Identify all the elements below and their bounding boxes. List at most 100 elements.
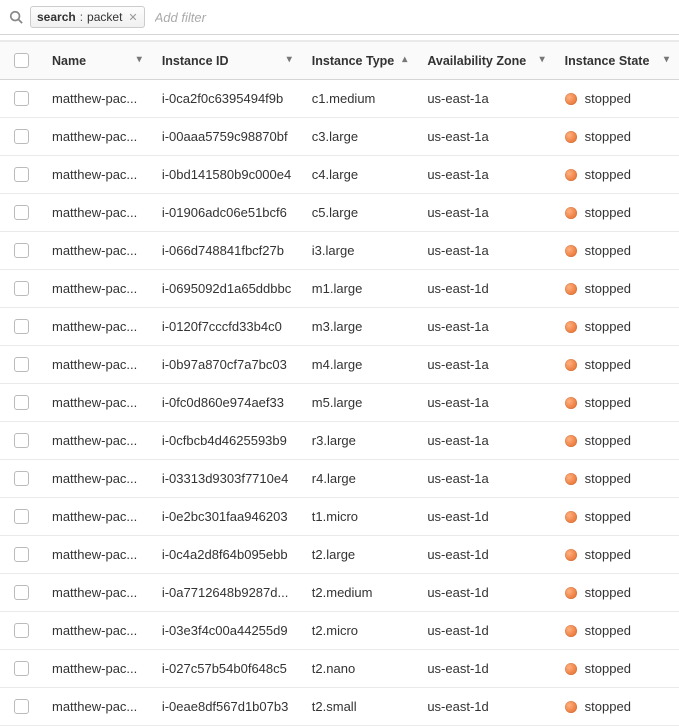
- cell-instance-state: stopped: [555, 688, 679, 726]
- cell-instance-id: i-00aaa5759c98870bf: [152, 118, 302, 156]
- row-select-cell[interactable]: [0, 270, 42, 308]
- table-row[interactable]: matthew-pac...i-0a7712648b9287d...t2.med…: [0, 574, 679, 612]
- row-select-checkbox[interactable]: [14, 395, 29, 410]
- state-text: stopped: [585, 547, 631, 562]
- cell-instance-state: stopped: [555, 80, 679, 118]
- col-instance-id[interactable]: Instance ID ▾: [152, 42, 302, 80]
- table-row[interactable]: matthew-pac...i-0120f7cccfd33b4c0m3.larg…: [0, 308, 679, 346]
- row-select-cell[interactable]: [0, 650, 42, 688]
- state-text: stopped: [585, 357, 631, 372]
- row-select-cell[interactable]: [0, 156, 42, 194]
- row-select-cell[interactable]: [0, 232, 42, 270]
- row-select-checkbox[interactable]: [14, 585, 29, 600]
- row-select-cell[interactable]: [0, 574, 42, 612]
- state-text: stopped: [585, 509, 631, 524]
- row-select-checkbox[interactable]: [14, 699, 29, 714]
- cell-instance-state: stopped: [555, 498, 679, 536]
- cell-availability-zone: us-east-1d: [417, 498, 554, 536]
- row-select-cell[interactable]: [0, 118, 42, 156]
- table-row[interactable]: matthew-pac...i-00aaa5759c98870bfc3.larg…: [0, 118, 679, 156]
- filter-tag-search[interactable]: search : packet ✕: [30, 6, 145, 28]
- row-select-cell[interactable]: [0, 194, 42, 232]
- cell-instance-type: m1.large: [302, 270, 418, 308]
- table-row[interactable]: matthew-pac...i-0695092d1a65ddbbcm1.larg…: [0, 270, 679, 308]
- cell-instance-type: m5.large: [302, 384, 418, 422]
- row-select-checkbox[interactable]: [14, 129, 29, 144]
- row-select-cell[interactable]: [0, 346, 42, 384]
- cell-availability-zone: us-east-1a: [417, 384, 554, 422]
- state-text: stopped: [585, 319, 631, 334]
- row-select-checkbox[interactable]: [14, 281, 29, 296]
- table-row[interactable]: matthew-pac...i-03313d9303f7710e4r4.larg…: [0, 460, 679, 498]
- cell-instance-type: t2.small: [302, 688, 418, 726]
- col-name[interactable]: Name ▾: [42, 42, 152, 80]
- table-row[interactable]: matthew-pac...i-03e3f4c00a44255d9t2.micr…: [0, 612, 679, 650]
- row-select-cell[interactable]: [0, 688, 42, 726]
- cell-instance-id: i-01906adc06e51bcf6: [152, 194, 302, 232]
- row-select-cell[interactable]: [0, 612, 42, 650]
- cell-availability-zone: us-east-1a: [417, 460, 554, 498]
- row-select-checkbox[interactable]: [14, 319, 29, 334]
- row-select-cell[interactable]: [0, 536, 42, 574]
- state-text: stopped: [585, 167, 631, 182]
- remove-filter-icon[interactable]: ✕: [128, 11, 137, 24]
- row-select-checkbox[interactable]: [14, 433, 29, 448]
- col-instance-type[interactable]: Instance Type ▴: [302, 42, 418, 80]
- select-all-header[interactable]: [0, 42, 42, 80]
- table-row[interactable]: matthew-pac...i-0b97a870cf7a7bc03m4.larg…: [0, 346, 679, 384]
- state-text: stopped: [585, 623, 631, 638]
- row-select-cell[interactable]: [0, 308, 42, 346]
- add-filter-input[interactable]: [151, 8, 671, 27]
- cell-instance-type: m3.large: [302, 308, 418, 346]
- row-select-checkbox[interactable]: [14, 623, 29, 638]
- row-select-cell[interactable]: [0, 384, 42, 422]
- table-row[interactable]: matthew-pac...i-01906adc06e51bcf6c5.larg…: [0, 194, 679, 232]
- col-availability-zone[interactable]: Availability Zone ▾: [417, 42, 554, 80]
- cell-instance-type: t1.micro: [302, 498, 418, 536]
- sort-handle-icon: ▾: [137, 54, 142, 65]
- table-row[interactable]: matthew-pac...i-0ca2f0c6395494f9bc1.medi…: [0, 80, 679, 118]
- cell-availability-zone: us-east-1a: [417, 308, 554, 346]
- row-select-cell[interactable]: [0, 460, 42, 498]
- row-select-checkbox[interactable]: [14, 243, 29, 258]
- table-row[interactable]: matthew-pac...i-0eae8df567d1b07b3t2.smal…: [0, 688, 679, 726]
- select-all-checkbox[interactable]: [14, 53, 29, 68]
- filter-tag-sep: :: [80, 10, 83, 24]
- state-text: stopped: [585, 395, 631, 410]
- table-row[interactable]: matthew-pac...i-0e2bc301faa946203t1.micr…: [0, 498, 679, 536]
- cell-availability-zone: us-east-1a: [417, 156, 554, 194]
- table-row[interactable]: matthew-pac...i-0c4a2d8f64b095ebbt2.larg…: [0, 536, 679, 574]
- cell-instance-type: i3.large: [302, 232, 418, 270]
- cell-instance-state: stopped: [555, 650, 679, 688]
- table-row[interactable]: matthew-pac...i-0cfbcb4d4625593b9r3.larg…: [0, 422, 679, 460]
- row-select-checkbox[interactable]: [14, 205, 29, 220]
- row-select-checkbox[interactable]: [14, 547, 29, 562]
- row-select-checkbox[interactable]: [14, 471, 29, 486]
- row-select-cell[interactable]: [0, 80, 42, 118]
- row-select-checkbox[interactable]: [14, 509, 29, 524]
- cell-instance-state: stopped: [555, 422, 679, 460]
- row-select-checkbox[interactable]: [14, 661, 29, 676]
- table-row[interactable]: matthew-pac...i-0fc0d860e974aef33m5.larg…: [0, 384, 679, 422]
- table-row[interactable]: matthew-pac...i-066d748841fbcf27bi3.larg…: [0, 232, 679, 270]
- table-row[interactable]: matthew-pac...i-027c57b54b0f648c5t2.nano…: [0, 650, 679, 688]
- status-dot-icon: [565, 663, 577, 675]
- cell-instance-id: i-027c57b54b0f648c5: [152, 650, 302, 688]
- table-row[interactable]: matthew-pac...i-0bd141580b9c000e4c4.larg…: [0, 156, 679, 194]
- row-select-checkbox[interactable]: [14, 167, 29, 182]
- cell-name: matthew-pac...: [42, 460, 152, 498]
- cell-availability-zone: us-east-1a: [417, 118, 554, 156]
- row-select-checkbox[interactable]: [14, 357, 29, 372]
- sort-asc-icon: ▴: [402, 54, 407, 65]
- table-body: matthew-pac...i-0ca2f0c6395494f9bc1.medi…: [0, 80, 679, 726]
- cell-instance-type: t2.medium: [302, 574, 418, 612]
- col-instance-state[interactable]: Instance State ▾: [555, 42, 679, 80]
- row-select-checkbox[interactable]: [14, 91, 29, 106]
- state-text: stopped: [585, 205, 631, 220]
- cell-instance-state: stopped: [555, 460, 679, 498]
- cell-availability-zone: us-east-1a: [417, 80, 554, 118]
- row-select-cell[interactable]: [0, 498, 42, 536]
- status-dot-icon: [565, 587, 577, 599]
- cell-instance-state: stopped: [555, 612, 679, 650]
- row-select-cell[interactable]: [0, 422, 42, 460]
